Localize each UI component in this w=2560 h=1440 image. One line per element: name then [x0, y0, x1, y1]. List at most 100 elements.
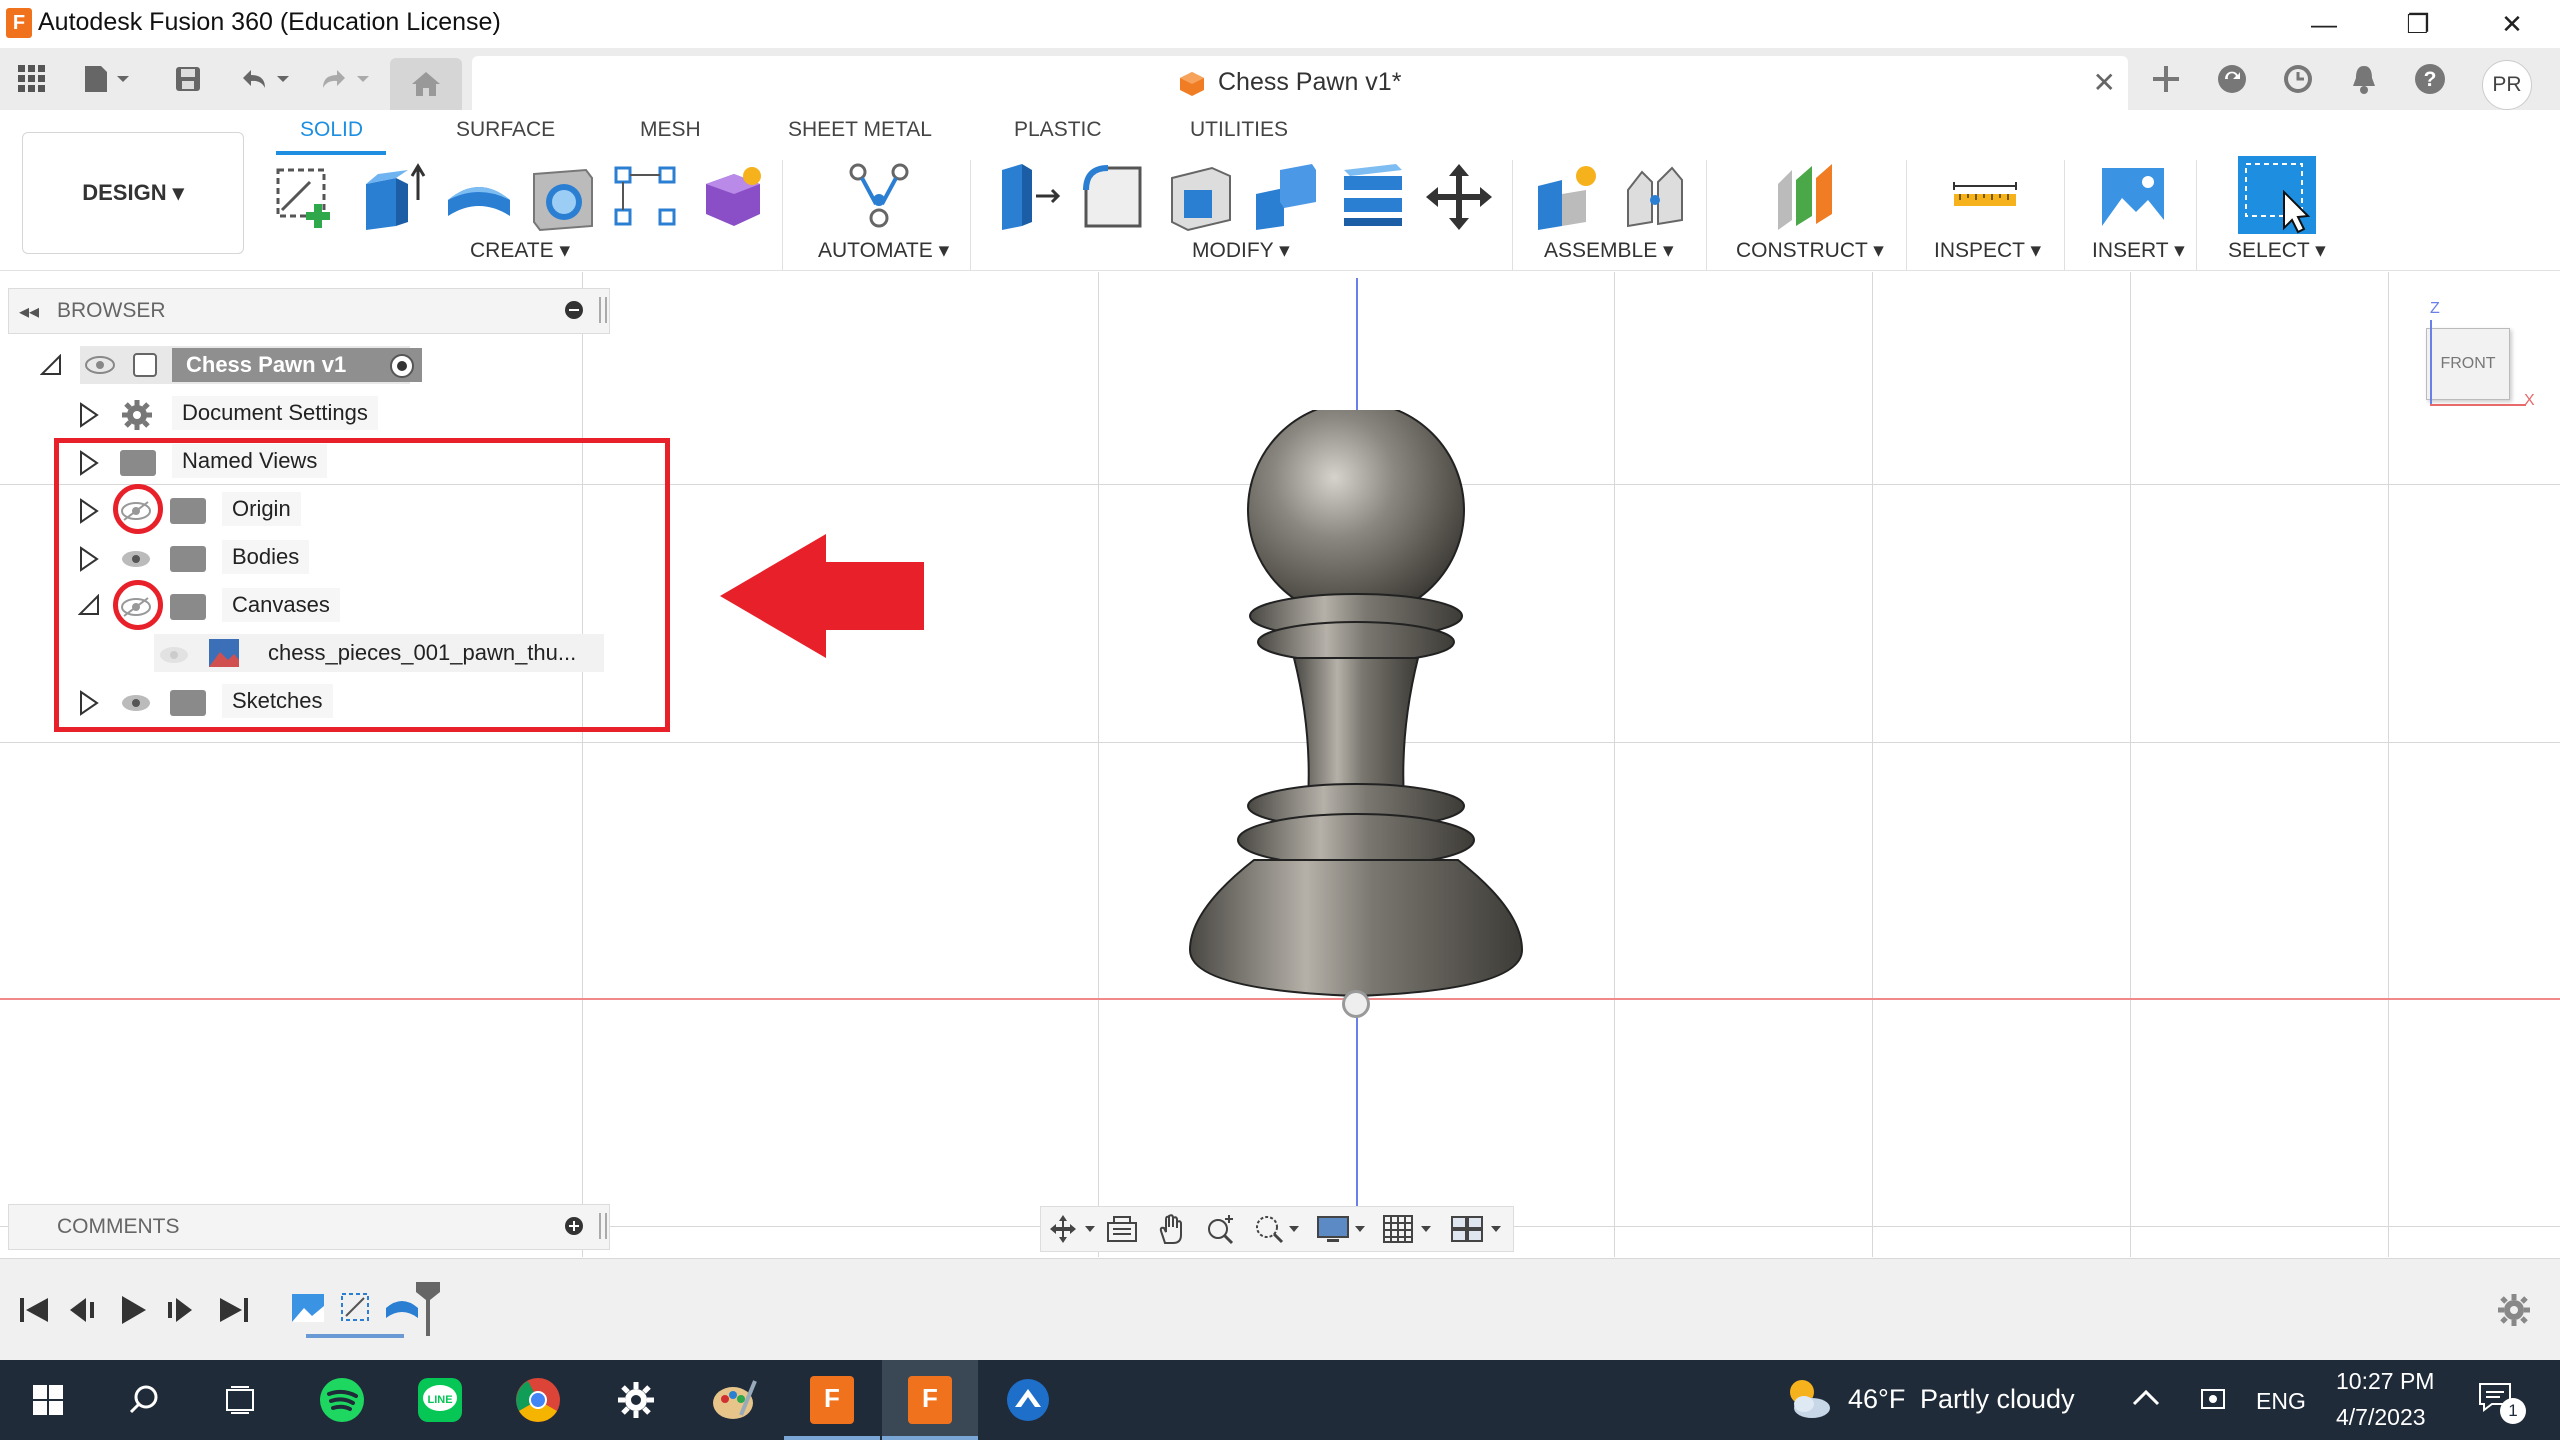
viewcube-front-face[interactable]: FRONT: [2426, 328, 2510, 400]
show-hidden-icons-chevron-icon[interactable]: [2130, 1386, 2162, 1410]
activate-radio-icon[interactable]: [388, 352, 416, 380]
save-icon[interactable]: [168, 60, 208, 98]
timeline-next-icon[interactable]: [164, 1294, 198, 1326]
timeline-play-icon[interactable]: [116, 1294, 150, 1326]
grid-settings-icon[interactable]: [1381, 1213, 1435, 1245]
tree-item-document-settings[interactable]: Document Settings: [78, 394, 398, 434]
timeline-settings-gear-icon[interactable]: [2496, 1292, 2532, 1328]
close-window-button[interactable]: ✕: [2472, 0, 2552, 48]
timeline-sketch-feature-icon[interactable]: [338, 1290, 374, 1326]
assemble-group-label[interactable]: ASSEMBLE ▾: [1544, 238, 1674, 263]
job-status-clock-icon[interactable]: [2278, 60, 2318, 98]
form-icon[interactable]: [696, 160, 770, 234]
search-icon[interactable]: [96, 1360, 192, 1440]
tab-surface[interactable]: SURFACE: [456, 118, 555, 142]
tab-solid[interactable]: SOLID: [300, 118, 363, 142]
timeline-canvas-feature-icon[interactable]: [290, 1290, 326, 1326]
fillet-icon[interactable]: [1078, 160, 1152, 234]
display-settings-icon[interactable]: [1315, 1213, 1369, 1245]
line-app-icon[interactable]: LINE: [392, 1360, 488, 1440]
fusion-taskbar-icon-2[interactable]: F: [882, 1360, 978, 1440]
zoom-icon[interactable]: [1205, 1213, 1239, 1245]
clock-time[interactable]: 10:27 PM: [2336, 1368, 2434, 1395]
close-tab-button[interactable]: ✕: [2093, 66, 2116, 99]
fit-zoom-icon[interactable]: [1253, 1213, 1303, 1245]
inspect-group-label[interactable]: INSPECT ▾: [1934, 238, 2041, 263]
undo-icon[interactable]: [232, 60, 298, 98]
shell-icon[interactable]: [1164, 160, 1238, 234]
tab-plastic[interactable]: PLASTIC: [1014, 118, 1102, 142]
create-sketch-icon[interactable]: [270, 160, 344, 234]
comments-resize-handle[interactable]: [599, 1213, 607, 1239]
timeline-last-icon[interactable]: [216, 1294, 250, 1326]
insert-canvas-icon[interactable]: [2096, 160, 2170, 234]
timeline-marker-handle[interactable]: [414, 1280, 442, 1338]
meet-now-icon[interactable]: [2196, 1382, 2230, 1416]
hole-icon[interactable]: [526, 160, 600, 234]
chess-pawn-model[interactable]: [1180, 410, 1540, 1010]
select-group-label[interactable]: SELECT ▾: [2228, 238, 2326, 263]
expand-triangle-icon[interactable]: [78, 402, 100, 428]
notifications-bell-icon[interactable]: [2344, 60, 2384, 98]
extrude-icon[interactable]: [356, 160, 430, 234]
revolve-icon[interactable]: [442, 160, 516, 234]
timeline-first-icon[interactable]: [18, 1294, 52, 1326]
new-tab-plus-icon[interactable]: [2146, 60, 2186, 98]
collapse-browser-icon[interactable]: ◂◂: [19, 299, 39, 324]
joint-icon[interactable]: [1618, 160, 1692, 234]
browser-root-row[interactable]: Chess Pawn v1: [40, 346, 440, 386]
automate-icon[interactable]: [842, 160, 916, 234]
visibility-eye-icon[interactable]: [84, 354, 116, 376]
settings-gear-icon[interactable]: [588, 1360, 684, 1440]
weather-description[interactable]: Partly cloudy: [1920, 1384, 2075, 1415]
help-icon[interactable]: ?: [2410, 60, 2450, 98]
tab-sheet-metal[interactable]: SHEET METAL: [788, 118, 932, 142]
minimize-button[interactable]: —: [2284, 0, 2364, 48]
measure-icon[interactable]: [1948, 160, 2022, 234]
task-view-icon[interactable]: [192, 1360, 288, 1440]
browser-minimize-icon[interactable]: [565, 301, 583, 319]
create-group-label[interactable]: CREATE ▾: [470, 238, 570, 263]
move-copy-icon[interactable]: [1422, 160, 1496, 234]
app-grid-icon[interactable]: [12, 60, 52, 98]
viewports-icon[interactable]: [1449, 1213, 1505, 1245]
fusion-taskbar-icon-1[interactable]: F: [784, 1360, 880, 1440]
browser-panel-header[interactable]: ◂◂ BROWSER: [8, 288, 610, 334]
align-icon[interactable]: [1336, 160, 1410, 234]
workspace-switcher-button[interactable]: DESIGN ▾: [22, 132, 244, 254]
user-avatar[interactable]: PR: [2482, 60, 2532, 110]
select-icon[interactable]: [2238, 156, 2316, 234]
maximize-button[interactable]: ❐: [2378, 0, 2458, 48]
weather-temperature[interactable]: 46°F: [1848, 1384, 1905, 1415]
clock-date[interactable]: 4/7/2023: [2336, 1404, 2426, 1431]
pan-hand-icon[interactable]: [1155, 1213, 1189, 1245]
automate-group-label[interactable]: AUTOMATE ▾: [818, 238, 949, 263]
offset-plane-icon[interactable]: [1770, 160, 1844, 234]
comments-panel-header[interactable]: COMMENTS: [8, 1204, 610, 1250]
input-language[interactable]: ENG: [2256, 1388, 2306, 1415]
tab-utilities[interactable]: UTILITIES: [1190, 118, 1288, 142]
new-component-icon[interactable]: [1532, 160, 1606, 234]
windows-start-icon[interactable]: [0, 1360, 96, 1440]
chrome-icon[interactable]: [490, 1360, 586, 1440]
cloud-app-icon[interactable]: [980, 1360, 1076, 1440]
sync-status-icon[interactable]: [2212, 60, 2252, 98]
orbit-icon[interactable]: [1047, 1213, 1099, 1245]
look-at-icon[interactable]: [1105, 1213, 1139, 1245]
construct-group-label[interactable]: CONSTRUCT ▾: [1736, 238, 1884, 263]
spotify-icon[interactable]: [294, 1360, 390, 1440]
timeline-previous-icon[interactable]: [66, 1294, 100, 1326]
browser-resize-handle[interactable]: [599, 297, 607, 323]
combine-icon[interactable]: [1250, 160, 1324, 234]
rectangular-pattern-icon[interactable]: [610, 160, 684, 234]
weather-partly-cloudy-icon[interactable]: [1782, 1372, 1834, 1424]
press-pull-icon[interactable]: [992, 160, 1066, 234]
modify-group-label[interactable]: MODIFY ▾: [1192, 238, 1290, 263]
paint-app-icon[interactable]: [686, 1360, 782, 1440]
collapse-triangle-icon[interactable]: [40, 354, 62, 376]
redo-icon[interactable]: [312, 60, 378, 98]
document-tab[interactable]: Chess Pawn v1* ✕: [472, 56, 2128, 110]
tab-mesh[interactable]: MESH: [640, 118, 701, 142]
file-menu-icon[interactable]: [76, 60, 136, 98]
insert-group-label[interactable]: INSERT ▾: [2092, 238, 2185, 263]
